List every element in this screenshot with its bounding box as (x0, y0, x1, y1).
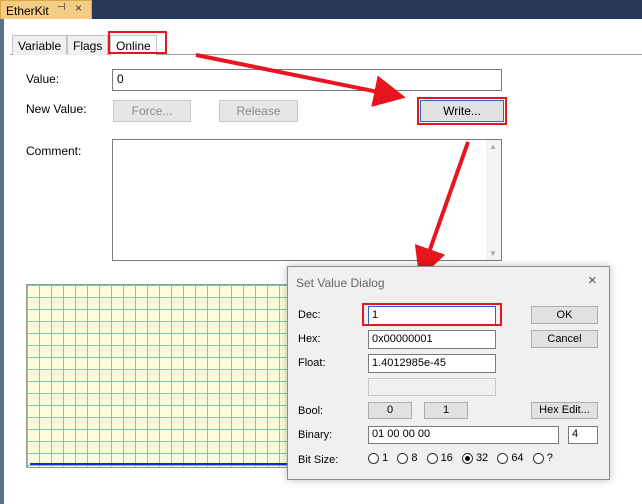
cancel-button[interactable]: Cancel (531, 330, 598, 348)
radio-1[interactable] (368, 452, 379, 464)
extra-field (368, 378, 496, 396)
radio-32[interactable] (461, 452, 473, 464)
bitsize-option-16[interactable]: 16 (426, 452, 453, 464)
bitsize-option-8[interactable]: 8 (397, 452, 417, 464)
radio-16[interactable] (426, 452, 438, 464)
float-label: Float: (298, 357, 326, 369)
bool-1-button[interactable]: 1 (424, 402, 468, 419)
arrow-online-to-write (195, 53, 406, 107)
binary-field[interactable]: 01 00 00 00 (368, 426, 559, 444)
hex-edit-button[interactable]: Hex Edit... (531, 402, 598, 419)
highlight-dec-field (362, 303, 502, 326)
set-value-dialog: Set Value Dialog × Dec: 1 OK Hex: 0x0000… (287, 266, 610, 480)
dialog-title: Set Value Dialog (296, 276, 385, 290)
bitsize-option-64[interactable]: 64 (497, 452, 524, 464)
radio-64[interactable] (497, 452, 509, 464)
dec-label: Dec: (298, 309, 321, 321)
radio-8[interactable] (397, 452, 409, 464)
bitsize-radio-group: 1 8 16 32 64 ? (368, 452, 553, 464)
bool-label: Bool: (298, 405, 324, 417)
arrow-write-to-dialog (414, 141, 470, 280)
bitsize-option-1[interactable]: 1 (368, 452, 388, 464)
ok-button[interactable]: OK (531, 306, 598, 324)
radio-unknown[interactable] (532, 452, 544, 464)
bitsize-option-32[interactable]: 32 (461, 452, 488, 464)
binary-count-field[interactable]: 4 (568, 426, 598, 444)
bitsize-label: Bit Size: (298, 454, 339, 466)
hex-field[interactable]: 0x00000001 (368, 330, 496, 349)
hex-label: Hex: (298, 333, 321, 345)
float-field[interactable]: 1.4012985e-45 (368, 354, 496, 373)
bitsize-option-unknown[interactable]: ? (532, 452, 553, 464)
binary-label: Binary: (298, 429, 333, 441)
dialog-close-icon[interactable]: × (588, 272, 597, 289)
bool-0-button[interactable]: 0 (368, 402, 412, 419)
